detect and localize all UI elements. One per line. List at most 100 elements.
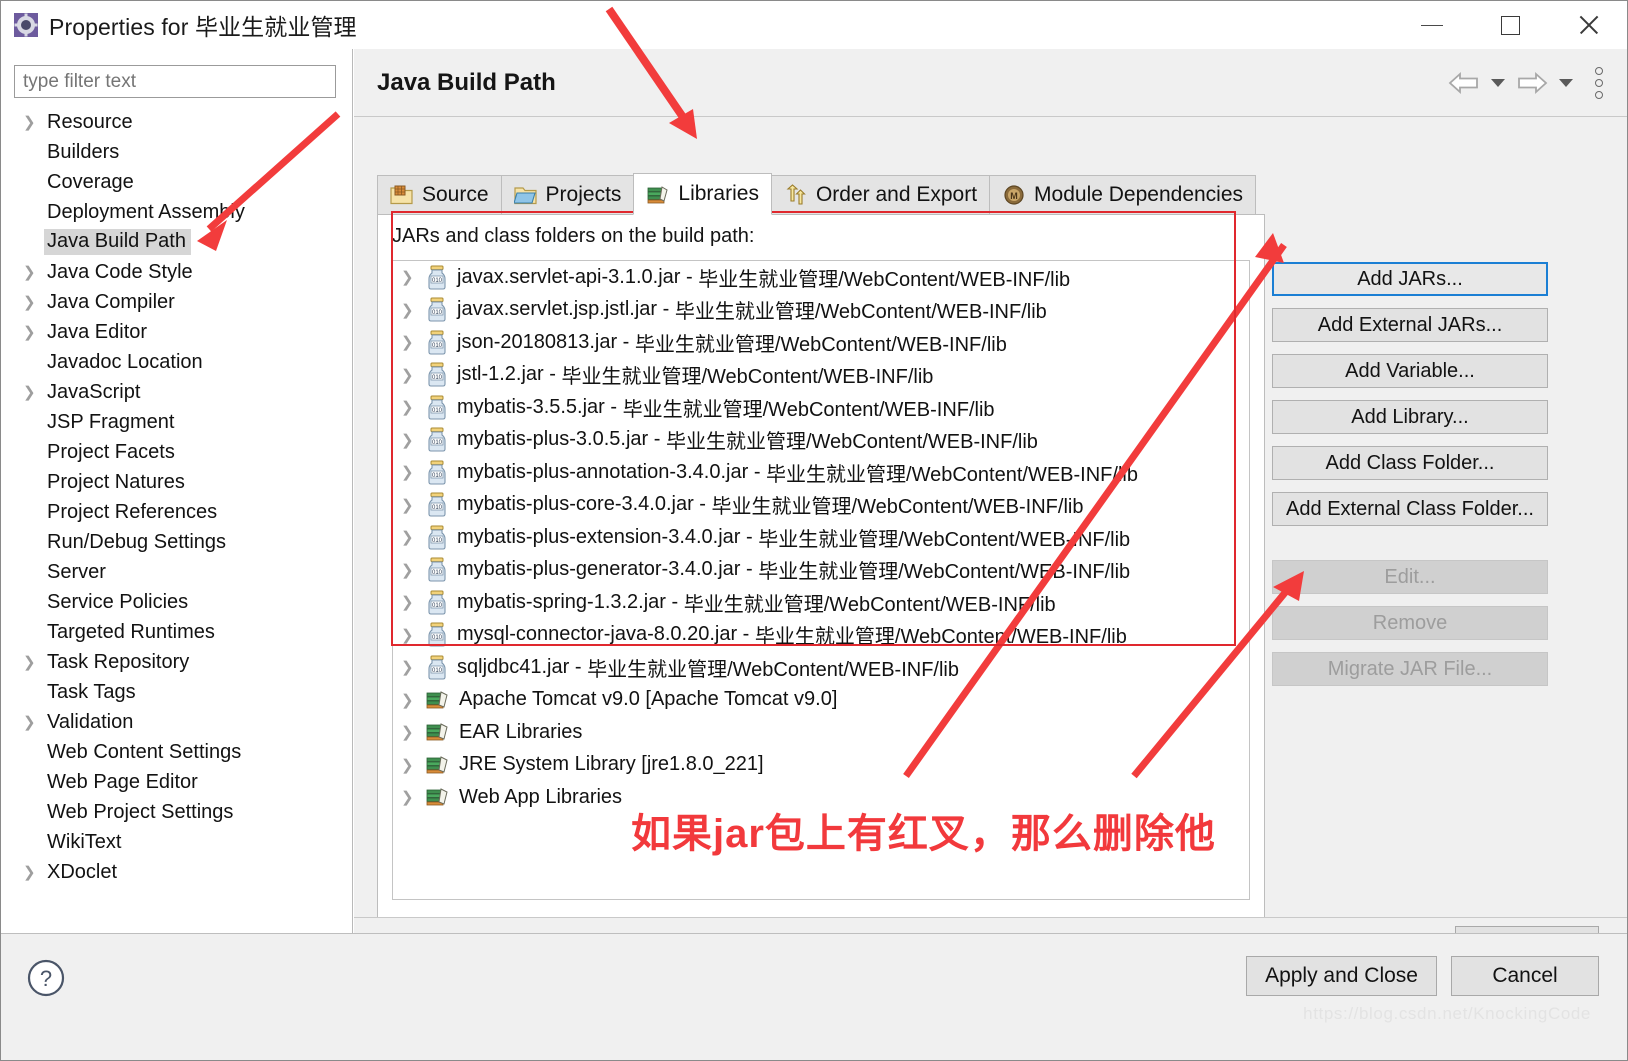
sidebar-item-builders[interactable]: ❯Builders (1, 137, 353, 167)
sidebar-item-run-debug-settings[interactable]: ❯Run/Debug Settings (1, 527, 353, 557)
sidebar-item-javadoc-location[interactable]: ❯Javadoc Location (1, 347, 353, 377)
sidebar-item-java-editor[interactable]: ❯ Java Editor (1, 317, 353, 347)
chevron-right-icon[interactable]: ❯ (401, 756, 425, 774)
sidebar-item-javascript[interactable]: ❯ JavaScript (1, 377, 353, 407)
sidebar-item-project-natures[interactable]: ❯Project Natures (1, 467, 353, 497)
window-controls (1393, 1, 1627, 49)
chevron-right-icon[interactable]: ❯ (401, 593, 425, 611)
add-external-jars-button[interactable]: Add External JARs... (1272, 308, 1548, 342)
chevron-right-icon[interactable]: ❯ (23, 863, 47, 881)
jar-entry-row[interactable]: ❯ 010 mybatis-plus-annotation-3.4.0.jar - … (393, 456, 1249, 489)
chevron-right-icon[interactable]: ❯ (23, 293, 47, 311)
chevron-right-icon[interactable]: ❯ (23, 113, 47, 131)
sidebar-item-targeted-runtimes[interactable]: ❯Targeted Runtimes (1, 617, 353, 647)
filter-input[interactable] (14, 65, 336, 98)
jar-entry-row[interactable]: ❯ 010 mybatis-plus-3.0.5.jar - 毕业生就业管理/Web… (393, 424, 1249, 457)
library-entry-row[interactable]: ❯ JRE System Library [jre1.8.0_221] (393, 749, 1249, 782)
chevron-right-icon[interactable]: ❯ (401, 496, 425, 514)
chevron-right-icon[interactable]: ❯ (401, 788, 425, 806)
sidebar-item-label: Web Page Editor (47, 770, 198, 793)
jar-entry-row[interactable]: ❯ 010 sqljdbc41.jar - 毕业生就业管理/WebContent/W… (393, 651, 1249, 684)
back-history-chevron-down-icon[interactable] (1491, 78, 1505, 87)
jar-entry-row[interactable]: ❯ 010 mybatis-spring-1.3.2.jar - 毕业生就业管理/W… (393, 586, 1249, 619)
sidebar-item-deployment-assembly[interactable]: ❯Deployment Assembly (1, 197, 353, 227)
sidebar-item-coverage[interactable]: ❯Coverage (1, 167, 353, 197)
add-class-folder-button[interactable]: Add Class Folder... (1272, 446, 1548, 480)
sidebar-item-server[interactable]: ❯Server (1, 557, 353, 587)
library-icon (425, 786, 451, 808)
svg-text:M: M (1010, 191, 1018, 201)
library-entry-row[interactable]: ❯ Apache Tomcat v9.0 [Apache Tomcat v9.0] (393, 684, 1249, 717)
cancel-button[interactable]: Cancel (1451, 956, 1599, 996)
forward-arrow-icon[interactable] (1515, 70, 1549, 96)
tab-order-and-export[interactable]: Order and Export (770, 175, 991, 215)
chevron-right-icon[interactable]: ❯ (401, 268, 425, 286)
jar-entry-row[interactable]: ❯ 010 mybatis-plus-extension-3.4.0.jar - 毕… (393, 521, 1249, 554)
chevron-right-icon[interactable]: ❯ (23, 263, 47, 281)
tab-module-dependencies[interactable]: M Module Dependencies (989, 175, 1257, 215)
library-entry-row[interactable]: ❯ EAR Libraries (393, 716, 1249, 749)
chevron-right-icon[interactable]: ❯ (401, 463, 425, 481)
help-question-icon[interactable]: ? (26, 958, 66, 998)
add-variable-button[interactable]: Add Variable... (1272, 354, 1548, 388)
chevron-right-icon[interactable]: ❯ (401, 561, 425, 579)
jar-entry-row[interactable]: ❯ 010 mybatis-plus-core-3.4.0.jar - 毕业生就业管… (393, 489, 1249, 522)
chevron-right-icon[interactable]: ❯ (401, 723, 425, 741)
sidebar-item-java-code-style[interactable]: ❯ Java Code Style (1, 257, 353, 287)
sidebar-item-xdoclet[interactable]: ❯ XDoclet (1, 857, 353, 887)
chevron-right-icon[interactable]: ❯ (23, 323, 47, 341)
jar-entry-separator: - (665, 590, 684, 613)
close-button[interactable] (1549, 1, 1627, 49)
chevron-right-icon[interactable]: ❯ (401, 691, 425, 709)
sidebar-item-web-project-settings[interactable]: ❯Web Project Settings (1, 797, 353, 827)
tab-source[interactable]: Source (377, 175, 502, 215)
jar-entry-row[interactable]: ❯ 010 javax.servlet-api-3.1.0.jar - 毕业生就业管… (393, 261, 1249, 294)
sidebar-item-project-facets[interactable]: ❯Project Facets (1, 437, 353, 467)
jar-entry-row[interactable]: ❯ 010 mybatis-3.5.5.jar - 毕业生就业管理/WebConte… (393, 391, 1249, 424)
tab-label: Module Dependencies (1034, 183, 1244, 206)
back-arrow-icon[interactable] (1447, 70, 1481, 96)
sidebar-item-java-build-path[interactable]: ❯Java Build Path (1, 227, 353, 257)
sidebar-item-jsp-fragment[interactable]: ❯JSP Fragment (1, 407, 353, 437)
chevron-right-icon[interactable]: ❯ (401, 528, 425, 546)
chevron-right-icon[interactable]: ❯ (401, 431, 425, 449)
chevron-right-icon[interactable]: ❯ (23, 653, 47, 671)
chevron-right-icon[interactable]: ❯ (401, 333, 425, 351)
chevron-right-icon[interactable]: ❯ (401, 366, 425, 384)
jar-entry-row[interactable]: ❯ 010 mybatis-plus-generator-3.4.0.jar - 毕… (393, 554, 1249, 587)
apply-and-close-button[interactable]: Apply and Close (1246, 956, 1437, 996)
maximize-button[interactable] (1471, 1, 1549, 49)
sidebar-item-java-compiler[interactable]: ❯ Java Compiler (1, 287, 353, 317)
sidebar-item-project-references[interactable]: ❯Project References (1, 497, 353, 527)
jar-entry-location: 毕业生就业管理/WebContent/WEB-INF/lib (674, 301, 1047, 324)
chevron-right-icon[interactable]: ❯ (23, 383, 47, 401)
chevron-right-icon[interactable]: ❯ (23, 713, 47, 731)
sidebar-item-web-page-editor[interactable]: ❯Web Page Editor (1, 767, 353, 797)
jar-entry-row[interactable]: ❯ 010 jstl-1.2.jar - 毕业生就业管理/WebContent/WE… (393, 359, 1249, 392)
add-external-class-folder-button[interactable]: Add External Class Folder... (1272, 492, 1548, 526)
minimize-button[interactable] (1393, 1, 1471, 49)
chevron-right-icon[interactable]: ❯ (401, 658, 425, 676)
tab-libraries[interactable]: Libraries (633, 173, 772, 215)
add-library-button[interactable]: Add Library... (1272, 400, 1548, 434)
chevron-right-icon[interactable]: ❯ (401, 626, 425, 644)
sidebar-item-validation[interactable]: ❯ Validation (1, 707, 353, 737)
forward-history-chevron-down-icon[interactable] (1559, 78, 1573, 87)
sidebar-item-service-policies[interactable]: ❯Service Policies (1, 587, 353, 617)
jar-entry-row[interactable]: ❯ 010 javax.servlet.jsp.jstl.jar - 毕业生就业管理… (393, 294, 1249, 327)
jar-entry-separator: - (617, 330, 635, 353)
tab-projects[interactable]: Projects (500, 175, 635, 215)
library-icon (425, 721, 451, 743)
vertical-dots-icon[interactable] (1589, 66, 1609, 99)
jar-entry-row[interactable]: ❯ 010 json-20180813.jar - 毕业生就业管理/WebConte… (393, 326, 1249, 359)
sidebar-item-resource[interactable]: ❯ Resource (1, 107, 353, 137)
sidebar-item-wikitext[interactable]: ❯WikiText (1, 827, 353, 857)
library-entry-label: Apache Tomcat v9.0 [Apache Tomcat v9.0] (459, 688, 838, 711)
sidebar-item-web-content-settings[interactable]: ❯Web Content Settings (1, 737, 353, 767)
sidebar-item-task-repository[interactable]: ❯ Task Repository (1, 647, 353, 677)
sidebar-item-task-tags[interactable]: ❯Task Tags (1, 677, 353, 707)
jar-entry-row[interactable]: ❯ 010 mysql-connector-java-8.0.20.jar - 毕业… (393, 619, 1249, 652)
chevron-right-icon[interactable]: ❯ (401, 301, 425, 319)
add-jars-button[interactable]: Add JARs... (1272, 262, 1548, 296)
chevron-right-icon[interactable]: ❯ (401, 398, 425, 416)
